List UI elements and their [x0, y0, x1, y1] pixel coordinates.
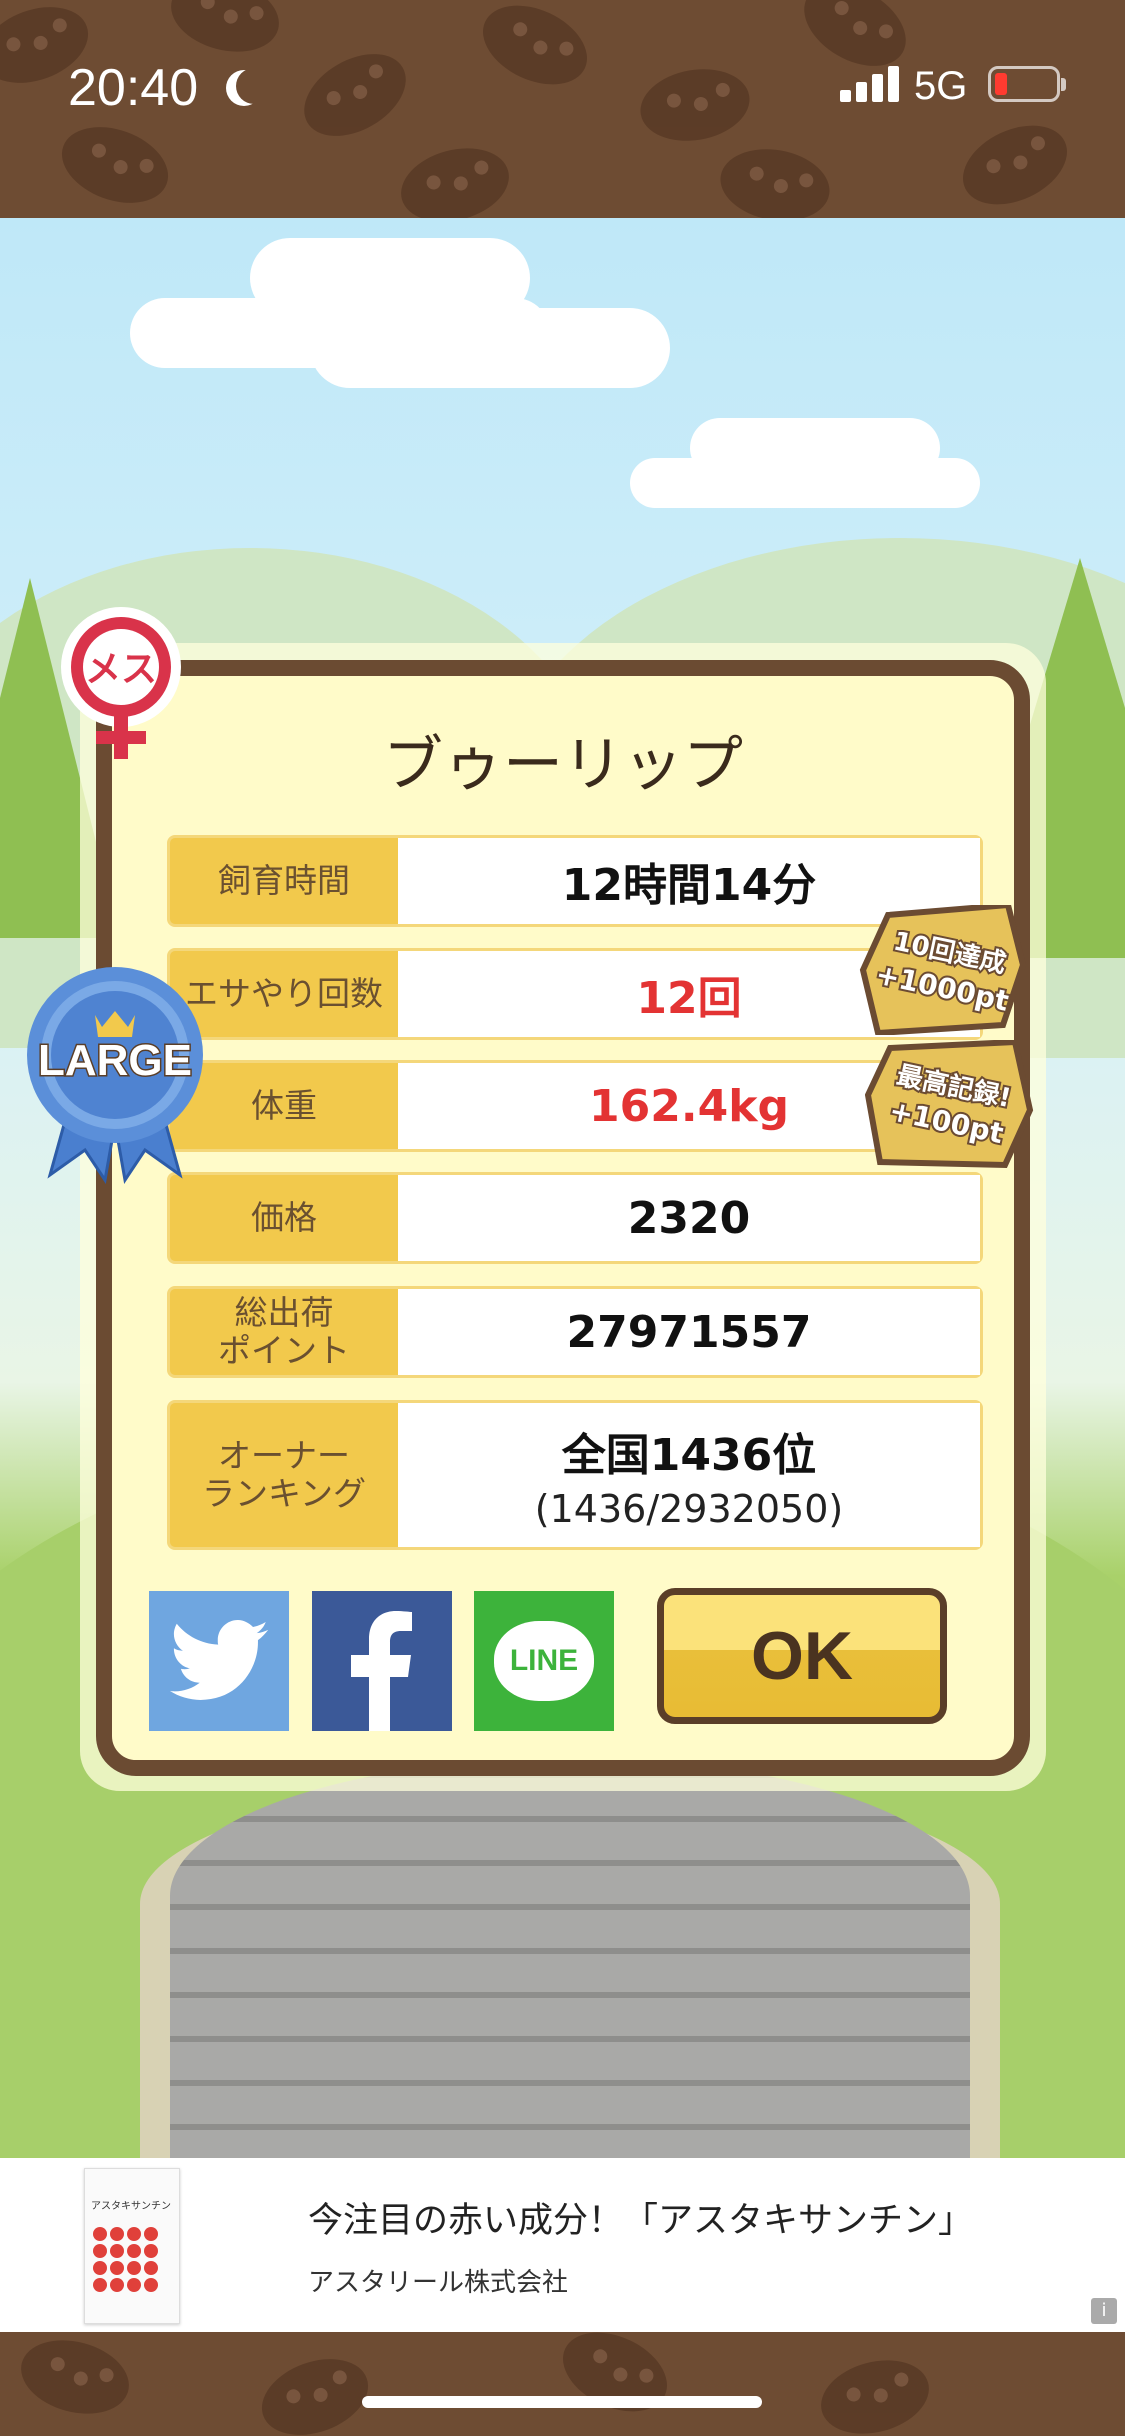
- stat-label: オーナー ランキング: [201, 1436, 366, 1513]
- bonus-badge-feedings: 10回達成 +1000pt: [858, 901, 1028, 1037]
- home-indicator[interactable]: [362, 2396, 762, 2408]
- stat-value: 2320: [398, 1175, 980, 1261]
- battery-icon: [988, 66, 1066, 102]
- ranking-detail: (1436/2932050): [534, 1487, 844, 1531]
- cobblestone-road: [170, 1758, 970, 2158]
- result-dialog: ブゥーリップ 飼育時間 12時間14分 エサやり回数 12回 体重 162.4k…: [96, 660, 1030, 1776]
- bottom-decoration: [0, 2332, 1125, 2436]
- stat-row-ranking: オーナー ランキング 全国1436位 (1436/2932050): [167, 1400, 983, 1550]
- twitter-icon: [169, 1620, 269, 1700]
- ad-product-label: アスタキサンチン: [91, 2201, 171, 2212]
- pig-name: ブゥーリップ: [383, 730, 743, 800]
- facebook-icon: [351, 1611, 412, 1731]
- large-size-ribbon: LARGE: [20, 965, 210, 1185]
- status-bar: 20:40 5G: [0, 0, 1125, 218]
- svg-text:LARGE: LARGE: [38, 1036, 192, 1085]
- stat-row-weight: 体重 162.4kg: [167, 1060, 983, 1152]
- network-type: 5G: [914, 64, 968, 108]
- stat-row-points: 総出荷 ポイント 27971557: [167, 1286, 983, 1378]
- ad-banner[interactable]: アスタキサンチン 今注目の赤い成分！「アスタキサンチン」 アスタリール株式会社 …: [0, 2158, 1125, 2332]
- svg-text:メス: メス: [85, 649, 157, 690]
- status-time: 20:40: [68, 59, 199, 117]
- stat-label: 飼育時間: [218, 861, 350, 901]
- ranking-value: 全国1436位: [561, 1430, 817, 1481]
- facebook-share-button[interactable]: [312, 1591, 452, 1731]
- female-gender-icon: メス: [56, 605, 186, 765]
- twitter-share-button[interactable]: [149, 1591, 289, 1731]
- bonus-badge-record: 最高記録! +100pt: [864, 1038, 1035, 1170]
- ad-advertiser: アスタリール株式会社: [308, 2268, 569, 2298]
- ad-product-image[interactable]: アスタキサンチン: [84, 2168, 180, 2324]
- ad-title[interactable]: 今注目の赤い成分！「アスタキサンチン」: [308, 2192, 973, 2243]
- ok-button[interactable]: OK: [657, 1588, 947, 1724]
- ad-info-icon[interactable]: i: [1091, 2298, 1117, 2324]
- stat-label: 総出荷 ポイント: [218, 1293, 350, 1370]
- stat-row-price: 価格 2320: [167, 1172, 983, 1264]
- stat-label: 価格: [251, 1198, 317, 1238]
- moon-icon: [236, 68, 272, 104]
- line-share-button[interactable]: LINE: [474, 1591, 614, 1731]
- line-icon: LINE: [494, 1621, 594, 1701]
- signal-icon: [840, 66, 904, 102]
- stat-value: 27971557: [398, 1289, 980, 1375]
